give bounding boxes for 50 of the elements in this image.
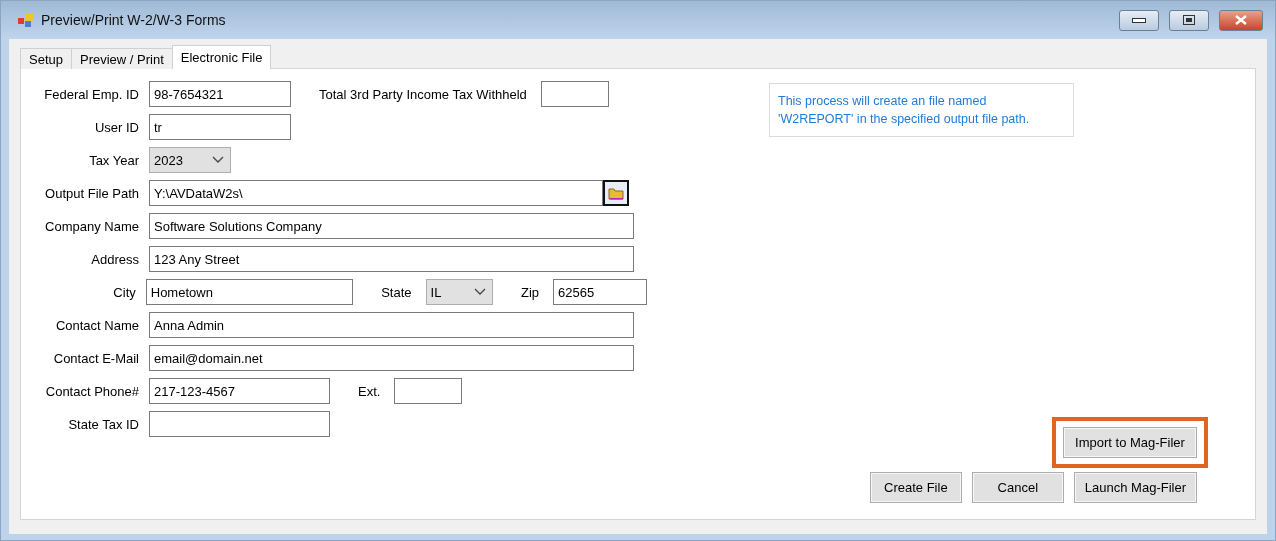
close-icon	[1235, 15, 1247, 25]
input-field[interactable]: 217-123-4567	[149, 378, 330, 404]
chevron-down-icon	[212, 156, 224, 164]
input-field[interactable]: Software Solutions Company	[149, 213, 634, 239]
input-field[interactable]: 62565	[553, 279, 647, 305]
import-button[interactable]: Import to Mag-Filer	[1063, 427, 1197, 458]
tab[interactable]: Setup	[20, 48, 72, 69]
window-title: Preview/Print W-2/W-3 Forms	[41, 12, 227, 28]
close-button[interactable]	[1219, 9, 1263, 31]
input-field[interactable]: 98-7654321	[149, 81, 291, 107]
app-icon	[17, 12, 35, 28]
field-label: Contact E-Mail	[52, 350, 139, 366]
field-label: Federal Emp. ID	[43, 86, 139, 102]
minimize-icon	[1132, 17, 1146, 23]
folder-icon	[608, 186, 624, 200]
input-field[interactable]: tr	[149, 114, 291, 140]
chevron-down-icon	[473, 288, 486, 296]
field-label: Output File Path	[44, 185, 139, 201]
maximize-button[interactable]	[1169, 9, 1209, 31]
field-label: Company Name	[44, 218, 139, 234]
action-button[interactable]: Launch Mag-Filer	[1073, 472, 1197, 503]
info-message: This process will create an file named 'W2REPORT' in the specified output file path.	[769, 83, 1074, 137]
input-field[interactable]: email@domain.net	[149, 345, 634, 371]
maximize-icon	[1183, 15, 1195, 25]
tab[interactable]: Preview / Print	[71, 48, 173, 69]
field-label: Total 3rd Party Income Tax Withheld	[319, 86, 527, 102]
field-label: User ID	[93, 119, 139, 135]
dropdown[interactable]: IL	[425, 279, 493, 305]
input-field[interactable]: Y:\AVDataW2s\	[149, 180, 603, 206]
input-field[interactable]	[394, 378, 463, 404]
field-label: Zip	[520, 284, 539, 300]
field-label: Address	[90, 251, 139, 267]
field-label: State	[381, 284, 412, 300]
field-label: State Tax ID	[67, 416, 139, 432]
input-field[interactable]: 123 Any Street	[149, 246, 634, 272]
field-label: Ext.	[358, 383, 381, 399]
dropdown[interactable]: 2023	[149, 147, 231, 173]
action-button[interactable]: Create File	[869, 472, 962, 503]
input-field[interactable]	[149, 411, 330, 437]
input-field[interactable]	[540, 81, 609, 107]
input-field[interactable]: Anna Admin	[149, 312, 634, 338]
field-label: Contact Name	[54, 317, 139, 333]
browse-button[interactable]	[603, 180, 629, 206]
field-label: City	[112, 284, 136, 300]
input-field[interactable]: Hometown	[145, 279, 354, 305]
action-button[interactable]: Cancel	[971, 472, 1064, 503]
minimize-button[interactable]	[1119, 9, 1159, 31]
field-label: Contact Phone#	[44, 383, 139, 399]
tab[interactable]: Electronic File	[171, 45, 272, 69]
field-label: Tax Year	[88, 152, 139, 168]
